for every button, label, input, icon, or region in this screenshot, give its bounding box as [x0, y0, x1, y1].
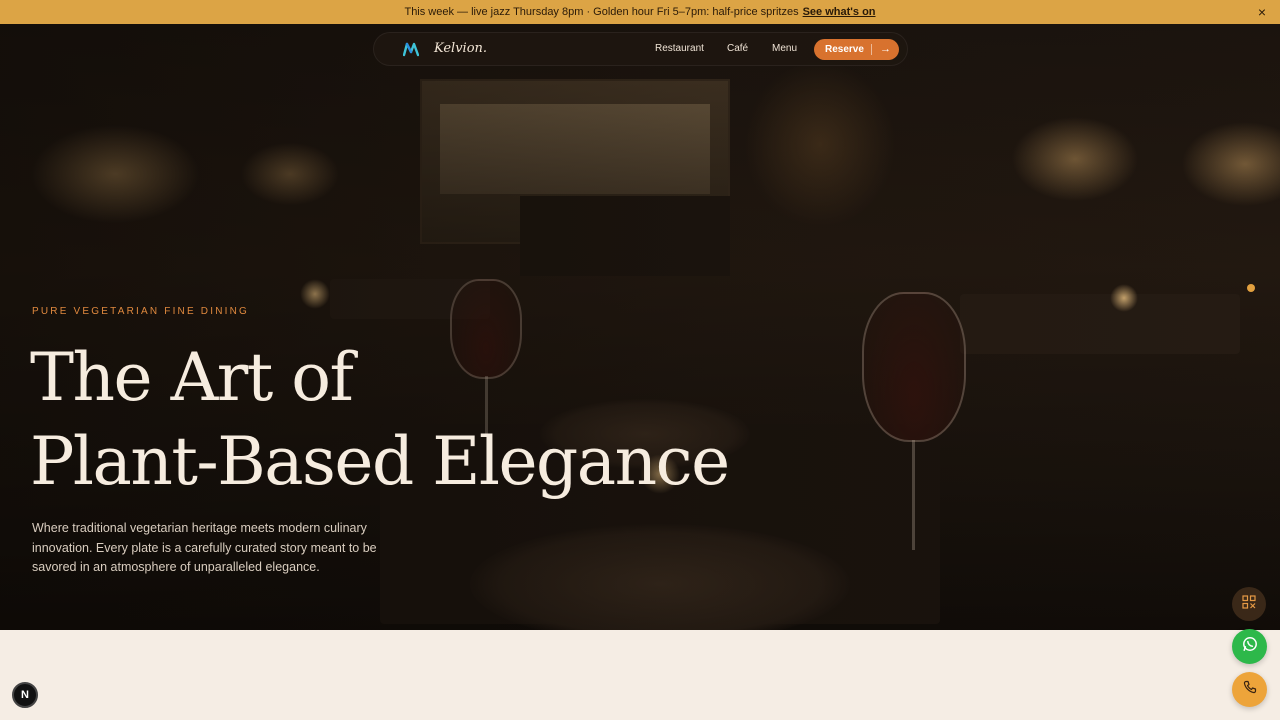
phone-button[interactable]	[1232, 672, 1267, 707]
announcement-text: This week — live jazz Thursday 8pm · Gol…	[404, 6, 799, 18]
phone-icon	[1243, 680, 1257, 699]
reserve-divider	[871, 44, 872, 55]
hero-eyebrow: PURE VEGETARIAN FINE DINING	[32, 306, 250, 317]
qr-menu-button[interactable]	[1232, 587, 1266, 621]
nav-link-restaurant[interactable]: Restaurant	[655, 43, 704, 54]
hero-headline: The Art of Plant-Based Elegance	[30, 336, 730, 504]
reserve-button[interactable]: Reserve →	[814, 39, 899, 60]
brand-name[interactable]: Kelvion.	[434, 41, 487, 56]
qr-code-icon	[1242, 594, 1256, 614]
hero-description: Where traditional vegetarian heritage me…	[32, 521, 377, 574]
headline-line-2: Plant-Based Elegance	[30, 423, 730, 500]
scroll-indicator-dot[interactable]	[1247, 284, 1255, 292]
hero-section: PURE VEGETARIAN FINE DINING The Art of P…	[0, 24, 1280, 630]
reserve-label: Reserve	[825, 44, 864, 55]
main-nav: Kelvion. Restaurant Café Menu Reserve →	[373, 32, 908, 66]
dev-tools-badge[interactable]: N	[12, 682, 38, 708]
whatsapp-icon	[1242, 636, 1258, 657]
headline-line-1: The Art of	[30, 339, 354, 416]
see-whats-on-link[interactable]: See what's on	[803, 6, 876, 18]
close-icon[interactable]: ×	[1258, 4, 1266, 20]
announcement-bar: This week — live jazz Thursday 8pm · Gol…	[0, 0, 1280, 24]
nav-link-cafe[interactable]: Café	[727, 43, 748, 54]
brand-logo-icon[interactable]	[402, 41, 420, 57]
next-section	[0, 630, 1280, 720]
whatsapp-button[interactable]	[1232, 629, 1267, 664]
arrow-right-icon: →	[880, 43, 891, 55]
nav-link-menu[interactable]: Menu	[772, 43, 797, 54]
